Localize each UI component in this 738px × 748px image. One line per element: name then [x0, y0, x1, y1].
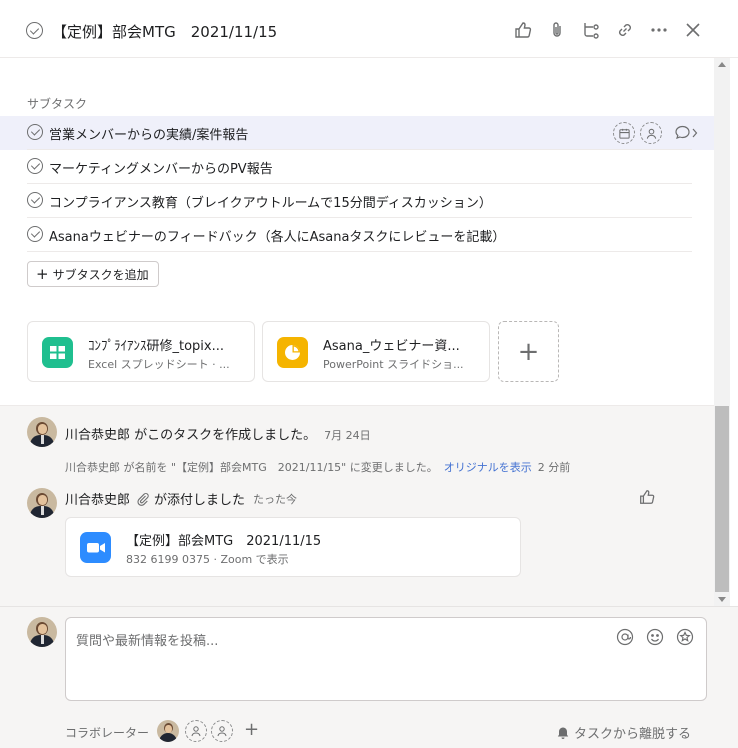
more-icon[interactable] — [649, 20, 669, 40]
scrollbar-thumb[interactable] — [715, 406, 729, 592]
assignee-icon[interactable] — [640, 122, 662, 144]
scroll-down-arrow-icon[interactable] — [718, 597, 726, 602]
subtasks-heading: サブタスク — [27, 97, 88, 111]
subtask-label[interactable]: Asanaウェビナーのフィードバック（各人にAsanaタスクにレビューを記載） — [49, 226, 505, 245]
task-header: 【定例】部会MTG 2021/11/15 — [0, 0, 738, 58]
attachment-type: Excel スプレッドシート · ... — [88, 358, 230, 371]
comment-composer: 質問や最新情報を投稿... コラボレーター + タスクから離脱する — [0, 606, 738, 748]
attachment-name: Asana_ウェビナー資... — [323, 339, 460, 354]
attachment-type: PowerPoint スライドショ... — [323, 358, 464, 371]
collaborators-label: コラボレーター — [65, 726, 150, 740]
activity-attached-text: が添付しました — [154, 493, 246, 508]
activity-user[interactable]: 川合恭史郎 — [65, 489, 130, 508]
subtask-row[interactable]: Asanaウェビナーのフィードバック（各人にAsanaタスクにレビューを記載） — [0, 218, 714, 252]
subtask-label[interactable]: 営業メンバーからの実績/案件報告 — [49, 124, 248, 143]
zoom-attachment-card[interactable]: 【定例】部会MTG 2021/11/15 832 6199 0375 · Zoo… — [65, 517, 521, 577]
activity-renamed: 川合恭史郎 が名前を "【定例】部会MTG 2021/11/15" に変更しまし… — [65, 459, 570, 475]
comment-input[interactable]: 質問や最新情報を投稿... — [65, 617, 707, 701]
star-icon[interactable] — [676, 628, 694, 646]
attachment-card[interactable]: ｺﾝﾌﾟﾗｲｱﾝｽ研修_topix... Excel スプレッドシート · ..… — [27, 321, 255, 382]
subtask-row[interactable]: コンプライアンス教育（ブレイクアウトルームで15分間ディスカッション） — [0, 184, 714, 218]
activity-attached: 川合恭史郎 が添付しました たった今 — [65, 489, 298, 509]
activity-created-text: 川合恭史郎 がこのタスクを作成しました。 — [65, 428, 317, 443]
subtask-check-icon[interactable] — [27, 192, 43, 208]
avatar[interactable] — [27, 417, 57, 447]
activity-time: 2 分前 — [537, 461, 571, 474]
add-collaborator-icon[interactable] — [211, 720, 233, 742]
subtask-check-icon[interactable] — [27, 158, 43, 174]
add-attachment-button[interactable]: + — [498, 321, 559, 382]
zoom-title: 【定例】部会MTG 2021/11/15 — [126, 534, 322, 549]
presentation-icon — [277, 337, 308, 368]
scrollbar[interactable] — [714, 58, 730, 606]
comment-open-icon[interactable] — [674, 124, 700, 142]
subtask-label[interactable]: コンプライアンス教育（ブレイクアウトルームで15分間ディスカッション） — [49, 192, 492, 211]
scroll-up-arrow-icon[interactable] — [718, 62, 726, 67]
avatar — [27, 617, 57, 647]
avatar[interactable] — [27, 488, 57, 518]
attachment-card[interactable]: Asana_ウェビナー資... PowerPoint スライドショ... — [262, 321, 490, 382]
subtask-check-icon[interactable] — [27, 124, 43, 140]
like-icon[interactable] — [638, 488, 656, 506]
comment-placeholder: 質問や最新情報を投稿... — [76, 634, 219, 649]
show-original-link[interactable]: オリジナルを表示 — [444, 461, 532, 474]
task-title[interactable]: 【定例】部会MTG 2021/11/15 — [52, 21, 277, 42]
collaborator-avatar[interactable] — [157, 720, 179, 742]
mention-icon[interactable] — [616, 628, 634, 646]
emoji-icon[interactable] — [646, 628, 664, 646]
zoom-icon — [80, 532, 111, 563]
add-subtask-button[interactable]: + サブタスクを追加 — [27, 261, 159, 287]
plus-icon: + — [517, 336, 540, 367]
due-date-icon[interactable] — [613, 122, 635, 144]
close-icon[interactable] — [683, 20, 703, 40]
subtask-check-icon[interactable] — [27, 226, 43, 242]
activity-feed: 川合恭史郎 がこのタスクを作成しました。 7月 24日 川合恭史郎 が名前を "【… — [0, 405, 714, 606]
attachment-icon[interactable] — [547, 20, 567, 40]
attachment-name: ｺﾝﾌﾟﾗｲｱﾝｽ研修_topix... — [88, 339, 225, 354]
bell-icon — [556, 726, 570, 740]
zoom-subtitle: 832 6199 0375 · Zoom で表示 — [126, 553, 289, 566]
subtask-label[interactable]: マーケティングメンバーからのPV報告 — [49, 158, 273, 177]
activity-renamed-text: 川合恭史郎 が名前を "【定例】部会MTG 2021/11/15" に変更しまし… — [65, 461, 438, 474]
subtask-row[interactable]: 営業メンバーからの実績/案件報告 — [0, 116, 714, 150]
link-icon[interactable] — [615, 20, 635, 40]
activity-time: たった今 — [253, 492, 298, 506]
leave-task-button[interactable]: タスクから離脱する — [556, 723, 691, 742]
subtask-icon[interactable] — [581, 20, 601, 40]
add-collaborator-button[interactable]: + — [244, 719, 259, 740]
add-subtask-label: サブタスクを追加 — [52, 267, 149, 282]
attachment-small-icon — [136, 492, 150, 506]
spreadsheet-icon — [42, 337, 73, 368]
activity-created: 川合恭史郎 がこのタスクを作成しました。 7月 24日 — [65, 424, 371, 443]
add-collaborator-icon[interactable] — [185, 720, 207, 742]
complete-check-icon[interactable] — [26, 22, 43, 39]
activity-time: 7月 24日 — [324, 429, 371, 442]
subtask-row[interactable]: マーケティングメンバーからのPV報告 — [0, 150, 714, 184]
like-icon[interactable] — [513, 20, 533, 40]
plus-icon: + — [36, 264, 49, 283]
task-detail-scroll[interactable]: サブタスク 営業メンバーからの実績/案件報告 マーケティングメンバーからのPV報… — [0, 58, 714, 606]
leave-task-label: タスクから離脱する — [574, 727, 692, 742]
